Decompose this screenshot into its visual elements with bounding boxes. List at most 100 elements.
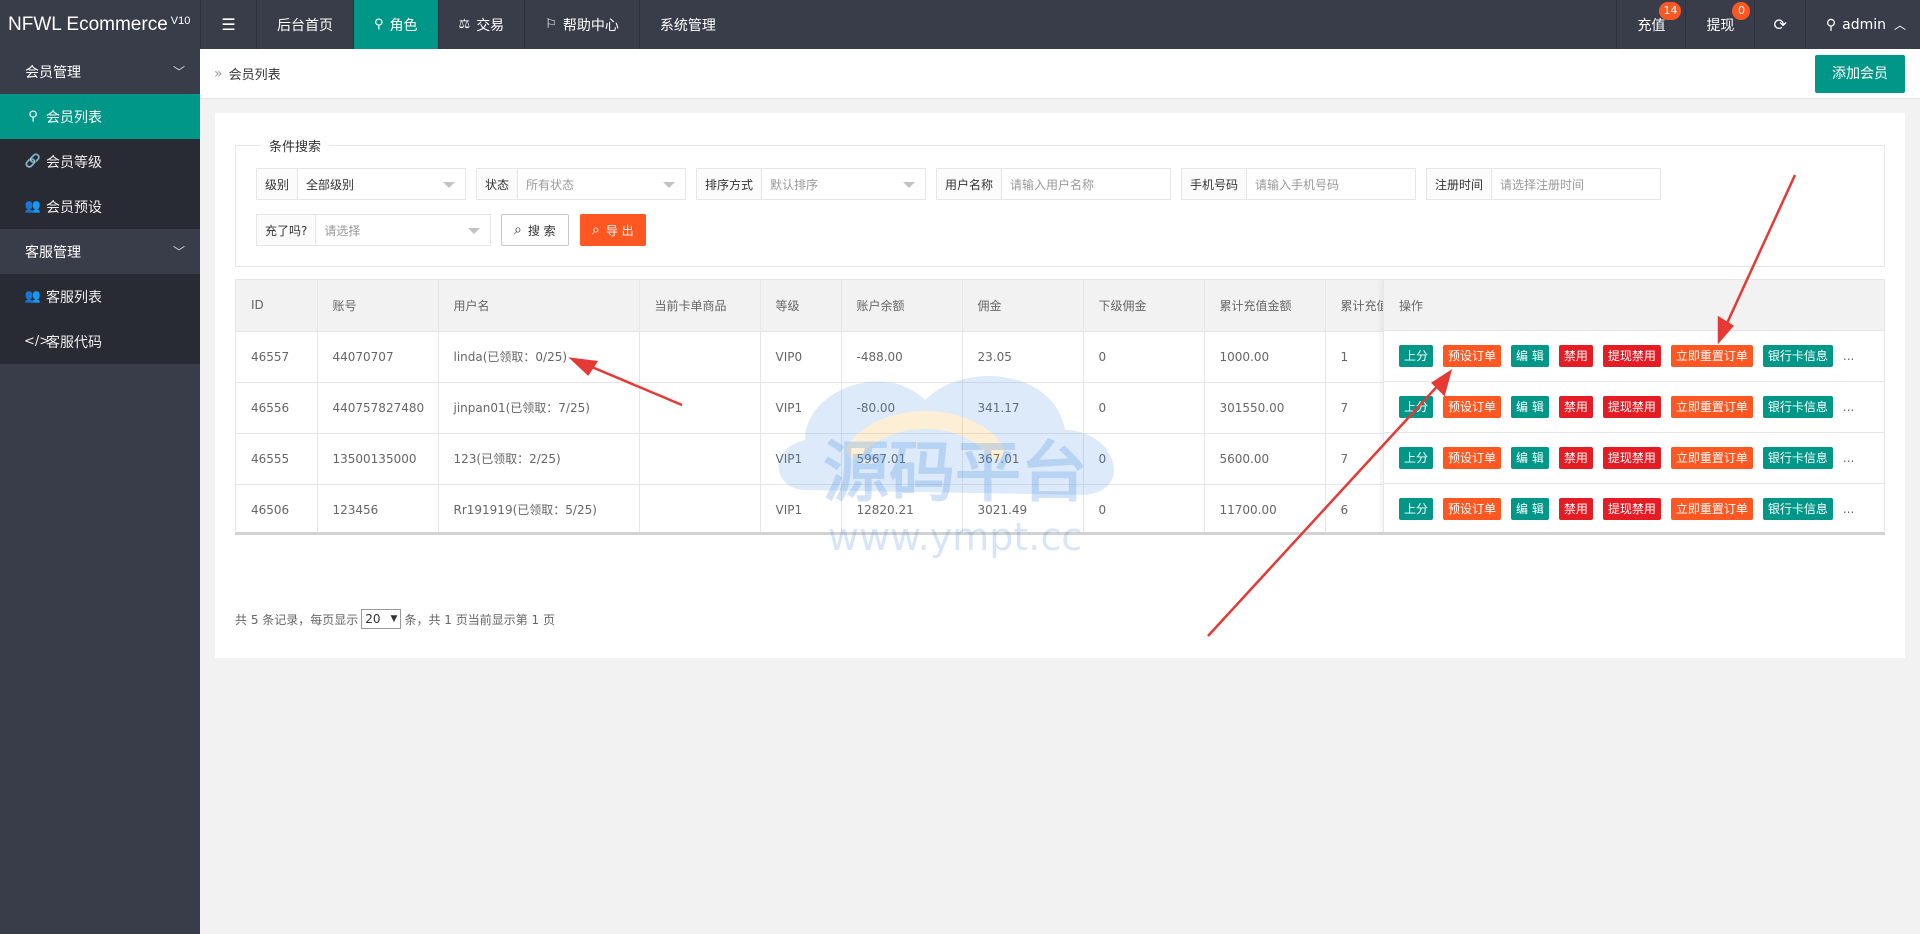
cell-commission: 341.17 [962, 382, 1084, 434]
table-row[interactable]: 46557 44070707 linda(已领取：0/25) VIP0 -488.00 2… [236, 331, 1447, 383]
menu-toggle-icon[interactable]: ☰ [200, 0, 256, 49]
recharge-button[interactable]: 充值 14 [1616, 0, 1685, 49]
sidebar-item-label: 会员预设 [46, 199, 102, 216]
more-actions-button[interactable]: ... [1843, 345, 1854, 367]
add-points-button[interactable]: 上分 [1399, 345, 1434, 367]
page-size-select[interactable]: 20 ▼ [361, 609, 402, 629]
username-input[interactable]: 请输入用户名称 [1002, 169, 1170, 199]
phone-input[interactable]: 请输入手机号码 [1247, 169, 1415, 199]
col-actions: 操作 [1384, 280, 1884, 331]
edit-button[interactable]: 编 辑 [1511, 396, 1549, 418]
bank-card-button[interactable]: 银行卡信息 [1762, 396, 1833, 418]
sidebar-item-service-code[interactable]: </> 客服代码 [0, 319, 200, 364]
recharged-select[interactable]: 充了吗? 请选择 [256, 214, 491, 246]
col-account[interactable]: 账号 [317, 280, 439, 332]
sort-select[interactable]: 排序方式 默认排序 [696, 168, 926, 200]
sidebar-item-member-preset[interactable]: 👥 会员预设 [0, 184, 200, 229]
status-select[interactable]: 状态 所有状态 [476, 168, 686, 200]
table-scrollbar[interactable] [235, 532, 1885, 535]
double-chevron-icon: » [214, 65, 223, 82]
disable-withdraw-button[interactable]: 提现禁用 [1602, 498, 1661, 520]
nav-system-label: 系统管理 [659, 17, 716, 34]
col-balance[interactable]: 账户余额 [841, 280, 963, 332]
cell-level: VIP1 [760, 382, 842, 434]
sidebar-group-members[interactable]: 会员管理 ﹀ [0, 49, 200, 94]
reset-order-button[interactable]: 立即重置订单 [1670, 447, 1753, 469]
preset-order-button[interactable]: 预设订单 [1443, 447, 1502, 469]
app-logo[interactable]: NFWL Ecommerce V10 [0, 0, 200, 49]
sidebar-item-member-level[interactable]: 🔗 会员等级 [0, 139, 200, 184]
bank-card-button[interactable]: 银行卡信息 [1762, 447, 1833, 469]
withdraw-button[interactable]: 提现 0 [1685, 0, 1754, 49]
nav-role[interactable]: ⚲ 角色 [353, 0, 438, 49]
col-id[interactable]: ID [236, 280, 318, 332]
col-username[interactable]: 用户名 [438, 280, 640, 332]
user-menu[interactable]: ⚲ admin ︿ [1804, 0, 1920, 49]
disable-withdraw-button[interactable]: 提现禁用 [1602, 447, 1661, 469]
more-actions-button[interactable]: ... [1843, 498, 1854, 520]
status-label: 状态 [477, 169, 519, 199]
add-points-button[interactable]: 上分 [1399, 447, 1434, 469]
preset-order-button[interactable]: 预设订单 [1443, 498, 1502, 520]
regtime-input[interactable]: 请选择注册时间 [1492, 169, 1660, 199]
reset-order-button[interactable]: 立即重置订单 [1670, 345, 1753, 367]
nav-help[interactable]: ⚐ 帮助中心 [524, 0, 639, 49]
main-nav: ☰ 后台首页 ⚲ 角色 ⚖ 交易 ⚐ 帮助中心 系统管理 [200, 0, 736, 49]
disable-withdraw-button[interactable]: 提现禁用 [1602, 345, 1661, 367]
table-row[interactable]: 46506 123456 Rr191919(已领取：5/25) VIP1 12820.2… [236, 484, 1447, 532]
cell-account: 440757827480 [317, 382, 439, 434]
table-row[interactable]: 46555 13500135000 123(已领取：2/25) VIP1 5967.01… [236, 433, 1447, 485]
bank-card-button[interactable]: 银行卡信息 [1762, 498, 1833, 520]
nav-home[interactable]: 后台首页 [256, 0, 353, 49]
preset-order-button[interactable]: 预设订单 [1443, 396, 1502, 418]
more-actions-button[interactable]: ... [1843, 396, 1854, 418]
disable-button[interactable]: 禁用 [1558, 498, 1593, 520]
reset-order-button[interactable]: 立即重置订单 [1670, 396, 1753, 418]
add-points-button[interactable]: 上分 [1399, 396, 1434, 418]
disable-button[interactable]: 禁用 [1558, 345, 1593, 367]
nav-trade[interactable]: ⚖ 交易 [437, 0, 525, 49]
disable-withdraw-button[interactable]: 提现禁用 [1602, 396, 1661, 418]
cell-balance: 12820.21 [841, 484, 963, 532]
cell-id: 46555 [236, 433, 318, 485]
add-points-button[interactable]: 上分 [1399, 498, 1434, 520]
sidebar-group-service[interactable]: 客服管理 ﹀ [0, 229, 200, 274]
username-field[interactable]: 用户名称 请输入用户名称 [936, 168, 1171, 200]
phone-label: 手机号码 [1182, 169, 1248, 199]
disable-button[interactable]: 禁用 [1558, 396, 1593, 418]
bank-card-button[interactable]: 银行卡信息 [1762, 345, 1833, 367]
col-product[interactable]: 当前卡单商品 [639, 280, 761, 332]
cell-sub-commission: 0 [1083, 433, 1205, 485]
more-actions-button[interactable]: ... [1843, 447, 1854, 469]
col-level[interactable]: 等级 [760, 280, 842, 332]
refresh-icon[interactable]: ⟳ [1754, 0, 1804, 49]
edit-button[interactable]: 编 辑 [1511, 447, 1549, 469]
edit-button[interactable]: 编 辑 [1511, 345, 1549, 367]
search-button[interactable]: ⌕ 搜 索 [501, 214, 569, 246]
sidebar-item-member-list[interactable]: ⚲ 会员列表 [0, 94, 200, 139]
regtime-field[interactable]: 注册时间 请选择注册时间 [1426, 168, 1661, 200]
search-legend: 条件搜索 [261, 136, 330, 155]
level-select[interactable]: 级别 全部级别 [256, 168, 466, 200]
col-sub-commission[interactable]: 下级佣金 [1083, 280, 1205, 332]
cell-username: jinpan01(已领取：7/25) [438, 382, 640, 434]
main-card: 条件搜索 级别 全部级别 状态 所有状态 排序方式 默认排序 用户名称 请输入用… [215, 113, 1905, 658]
export-button[interactable]: ⌕ 导 出 [580, 214, 646, 246]
nav-system[interactable]: 系统管理 [638, 0, 736, 49]
cell-product [639, 382, 761, 434]
sidebar-group-label: 客服管理 [25, 244, 81, 261]
col-total-recharge[interactable]: 累计充值金额 [1204, 280, 1326, 332]
cell-total-recharge: 11700.00 [1204, 484, 1326, 532]
phone-field[interactable]: 手机号码 请输入手机号码 [1181, 168, 1416, 200]
table-row[interactable]: 46556 440757827480 jinpan01(已领取：7/25) VIP1-… [236, 382, 1447, 434]
add-member-button[interactable]: 添加会员 [1815, 55, 1905, 93]
cell-sub-commission: 0 [1083, 331, 1205, 383]
breadcrumb: » 会员列表 添加会员 [200, 49, 1920, 99]
top-right-menu: 充值 14 提现 0 ⟳ ⚲ admin ︿ [1616, 0, 1920, 49]
preset-order-button[interactable]: 预设订单 [1443, 345, 1502, 367]
reset-order-button[interactable]: 立即重置订单 [1670, 498, 1753, 520]
edit-button[interactable]: 编 辑 [1511, 498, 1549, 520]
col-commission[interactable]: 佣金 [962, 280, 1084, 332]
sidebar-item-service-list[interactable]: 👥 客服列表 [0, 274, 200, 319]
disable-button[interactable]: 禁用 [1558, 447, 1593, 469]
